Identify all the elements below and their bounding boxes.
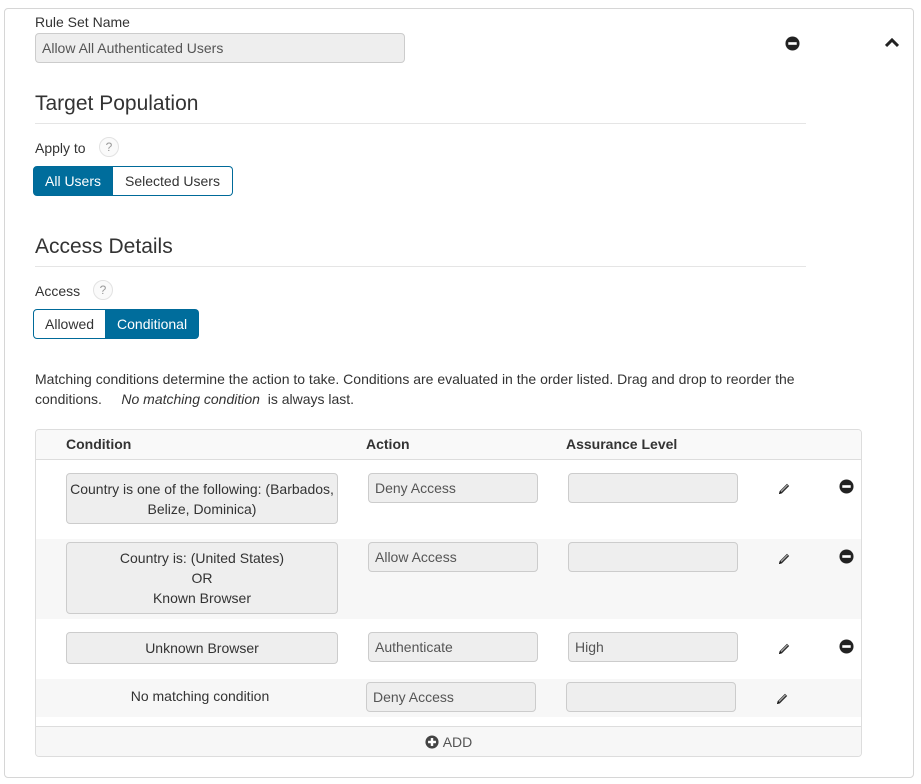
remove-condition-button[interactable] <box>838 548 854 564</box>
minus-circle-icon <box>784 35 800 51</box>
action-value: Deny Access <box>375 480 456 496</box>
condition-cell[interactable]: Country is: (United States) OR Known Bro… <box>66 542 338 614</box>
action-field[interactable]: Deny Access <box>366 682 536 712</box>
minus-circle-icon <box>838 548 854 564</box>
assurance-level-field[interactable] <box>568 473 738 503</box>
description-emphasis: No matching condition <box>121 391 260 407</box>
target-population-title: Target Population <box>35 92 199 115</box>
rule-set-name-label: Rule Set Name <box>35 14 130 30</box>
apply-to-label: Apply to <box>35 140 86 156</box>
minus-circle-icon <box>838 638 854 654</box>
edit-condition-button[interactable] <box>776 641 792 657</box>
table-row[interactable]: Country is one of the following: (Barbad… <box>36 461 861 539</box>
selected-users-option[interactable]: Selected Users <box>113 166 233 196</box>
apply-to-toggle: All Users Selected Users <box>33 166 233 196</box>
action-field[interactable]: Authenticate <box>368 632 538 662</box>
rule-set-name-value: Allow All Authenticated Users <box>42 40 224 56</box>
condition-line: Known Browser <box>152 590 252 606</box>
remove-condition-button[interactable] <box>838 478 854 494</box>
table-row[interactable]: Unknown Browser Authenticate High <box>36 619 861 679</box>
add-label: ADD <box>442 733 473 750</box>
edit-condition-button[interactable] <box>776 481 792 497</box>
conditions-table: Condition Action Assurance Level Country… <box>35 429 862 757</box>
collapse-button[interactable] <box>884 36 900 50</box>
edit-condition-button[interactable] <box>776 551 792 567</box>
action-field[interactable]: Deny Access <box>368 473 538 503</box>
conditional-option[interactable]: Conditional <box>106 309 200 339</box>
action-value: Allow Access <box>375 549 457 565</box>
table-row[interactable]: Country is: (United States) OR Known Bro… <box>36 539 861 619</box>
edit-condition-button[interactable] <box>774 691 790 707</box>
table-footer: ADD <box>36 726 861 756</box>
condition-line: Country is one of the following: (Barbad… <box>70 480 334 497</box>
condition-header: Condition <box>66 436 132 452</box>
action-value: Authenticate <box>375 639 453 655</box>
assurance-value: High <box>575 639 604 655</box>
remove-condition-button[interactable] <box>838 638 854 654</box>
rule-set-name-field[interactable]: Allow All Authenticated Users <box>35 33 405 63</box>
action-value: Deny Access <box>373 689 454 705</box>
chevron-up-icon <box>885 38 899 48</box>
all-users-option[interactable]: All Users <box>33 166 114 196</box>
access-label: Access <box>35 283 81 299</box>
default-condition-label: No matching condition <box>130 688 270 704</box>
access-toggle: Allowed Conditional <box>33 309 200 339</box>
pencil-icon <box>779 553 790 564</box>
minus-circle-icon <box>838 478 854 494</box>
pencil-icon <box>779 483 790 494</box>
help-icon[interactable]: ? <box>93 280 113 300</box>
conditions-description: Matching conditions determine the action… <box>35 369 825 409</box>
section-divider <box>35 123 806 124</box>
condition-line: Country is: (United States) <box>119 550 285 566</box>
description-text-after: is always last. <box>267 391 355 407</box>
condition-cell[interactable]: Unknown Browser <box>66 632 338 664</box>
assurance-level-field[interactable] <box>566 682 736 712</box>
condition-line: Unknown Browser <box>145 640 259 656</box>
assurance-level-field[interactable] <box>568 542 738 572</box>
table-header: Condition Action Assurance Level <box>36 430 861 460</box>
action-header: Action <box>366 436 410 452</box>
condition-line: OR <box>191 570 213 586</box>
pencil-icon <box>779 643 790 654</box>
add-condition-button[interactable]: ADD <box>425 733 473 750</box>
remove-rule-set-button[interactable] <box>784 35 800 51</box>
access-details-title: Access Details <box>35 235 173 258</box>
condition-line: Belize, Dominica) <box>147 500 257 517</box>
assurance-level-field[interactable]: High <box>568 632 738 662</box>
help-icon[interactable]: ? <box>99 137 119 157</box>
section-divider <box>35 266 806 267</box>
assurance-level-header: Assurance Level <box>566 436 678 452</box>
condition-cell[interactable]: Country is one of the following: (Barbad… <box>66 473 338 524</box>
table-row-default: No matching condition Deny Access <box>36 679 861 717</box>
pencil-icon <box>777 693 788 704</box>
allowed-option[interactable]: Allowed <box>33 309 107 339</box>
action-field[interactable]: Allow Access <box>368 542 538 572</box>
plus-circle-icon <box>425 734 439 749</box>
